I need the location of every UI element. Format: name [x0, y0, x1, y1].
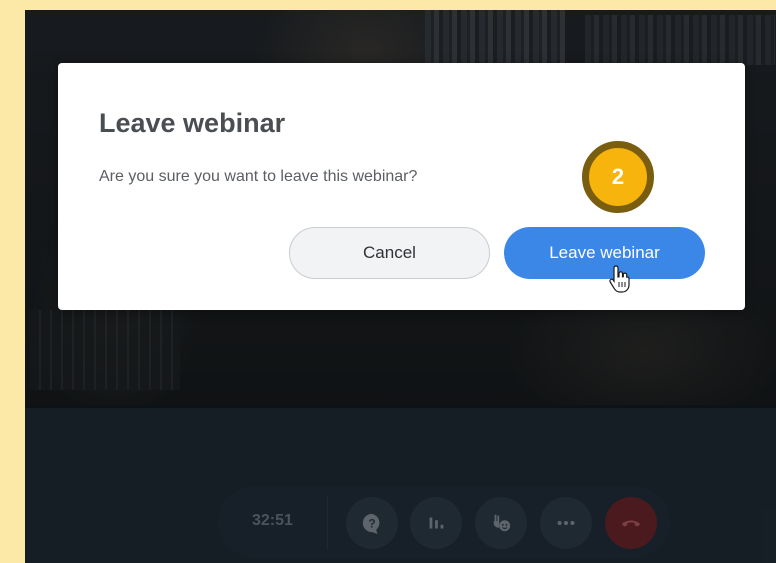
dialog-title: Leave webinar [99, 108, 286, 138]
dialog-message: Are you sure you want to leave this webi… [99, 168, 418, 185]
webinar-window: 32:51 ? Leave webinar Are you sure you w… [25, 10, 776, 563]
hand-cursor-icon [609, 265, 630, 293]
step-badge: 2 [582, 141, 654, 213]
cancel-button[interactable]: Cancel [289, 227, 490, 279]
leave-webinar-button[interactable]: Leave webinar [504, 227, 705, 279]
